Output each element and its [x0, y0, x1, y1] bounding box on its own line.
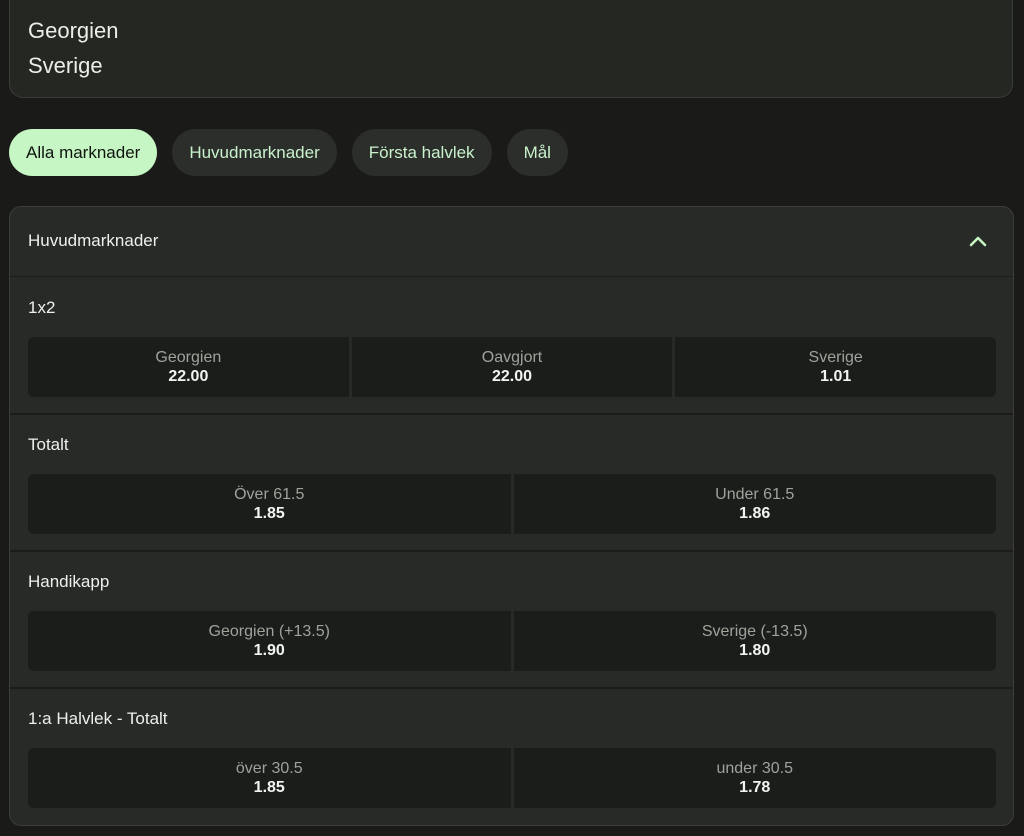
away-team-name: Sverige — [28, 53, 103, 78]
outcome-label: under 30.5 — [716, 759, 793, 777]
filter-chip-first-half[interactable]: Första halvlek — [351, 129, 492, 176]
market-handicap: Handikapp Georgien (+13.5) 1.90 Sverige … — [10, 552, 1013, 689]
outcome-odds: 22.00 — [491, 367, 533, 385]
outcome-label: Sverige (-13.5) — [701, 622, 808, 640]
filter-chip-main-markets[interactable]: Huvudmarknader — [172, 129, 337, 176]
outcome-label: Över 61.5 — [234, 485, 305, 503]
outcome-label: Georgien (+13.5) — [208, 622, 330, 640]
filter-chip-goals[interactable]: Mål — [506, 129, 568, 176]
home-team-name: Georgien — [28, 18, 119, 43]
outcome-label: Under 61.5 — [715, 485, 795, 503]
filter-chip-all-markets[interactable]: Alla marknader — [9, 129, 158, 176]
odds-row: Georgien 22.00 Oavgjort 22.00 Sverige 1.… — [28, 337, 997, 397]
odds-button-first-half-under[interactable]: under 30.5 1.78 — [513, 748, 996, 808]
odds-button-over[interactable]: Över 61.5 1.85 — [28, 474, 511, 534]
match-teams-card: Georgien Sverige — [9, 0, 1013, 98]
odds-row: Över 61.5 1.85 Under 61.5 1.86 — [28, 474, 996, 534]
panel-title: Huvudmarknader — [28, 231, 159, 250]
market-1x2: 1x2 Georgien 22.00 Oavgjort 22.00 Sverig… — [10, 278, 1013, 415]
outcome-odds: 1.78 — [739, 778, 771, 796]
odds-button-draw[interactable]: Oavgjort 22.00 — [351, 337, 673, 397]
odds-row: Georgien (+13.5) 1.90 Sverige (-13.5) 1.… — [28, 611, 996, 671]
outcome-label: Sverige — [808, 348, 863, 366]
outcome-odds: 1.85 — [253, 504, 285, 522]
odds-button-under[interactable]: Under 61.5 1.86 — [513, 474, 996, 534]
odds-button-away-handicap[interactable]: Sverige (-13.5) 1.80 — [513, 611, 996, 671]
market-title: 1x2 — [28, 298, 56, 317]
market-first-half-total: 1:a Halvlek - Totalt över 30.5 1.85 unde… — [10, 689, 1013, 825]
odds-button-first-half-over[interactable]: över 30.5 1.85 — [28, 748, 511, 808]
chevron-up-icon[interactable] — [969, 234, 987, 248]
outcome-odds: 1.01 — [820, 367, 852, 385]
market-title: Totalt — [28, 435, 69, 454]
market-filter-tabs: Alla marknader Huvudmarknader Första hal… — [9, 129, 568, 176]
market-title: 1:a Halvlek - Totalt — [28, 709, 168, 728]
outcome-odds: 1.86 — [739, 504, 771, 522]
outcome-odds: 1.85 — [253, 778, 285, 796]
odds-row: över 30.5 1.85 under 30.5 1.78 — [28, 748, 996, 808]
market-title: Handikapp — [28, 572, 110, 591]
market-total: Totalt Över 61.5 1.85 Under 61.5 1.86 — [10, 415, 1013, 552]
odds-button-away[interactable]: Sverige 1.01 — [675, 337, 997, 397]
odds-button-home-handicap[interactable]: Georgien (+13.5) 1.90 — [28, 611, 511, 671]
outcome-label: Georgien — [155, 348, 222, 366]
panel-header-toggle[interactable]: Huvudmarknader — [10, 207, 1013, 277]
outcome-odds: 1.90 — [253, 641, 285, 659]
outcome-label: över 30.5 — [235, 759, 303, 777]
main-markets-panel: Huvudmarknader 1x2 Georgien 22.00 Oavgjo… — [9, 206, 1014, 826]
outcome-odds: 22.00 — [168, 367, 209, 385]
odds-button-home[interactable]: Georgien 22.00 — [28, 337, 349, 397]
outcome-label: Oavgjort — [481, 348, 543, 366]
outcome-odds: 1.80 — [739, 641, 771, 659]
